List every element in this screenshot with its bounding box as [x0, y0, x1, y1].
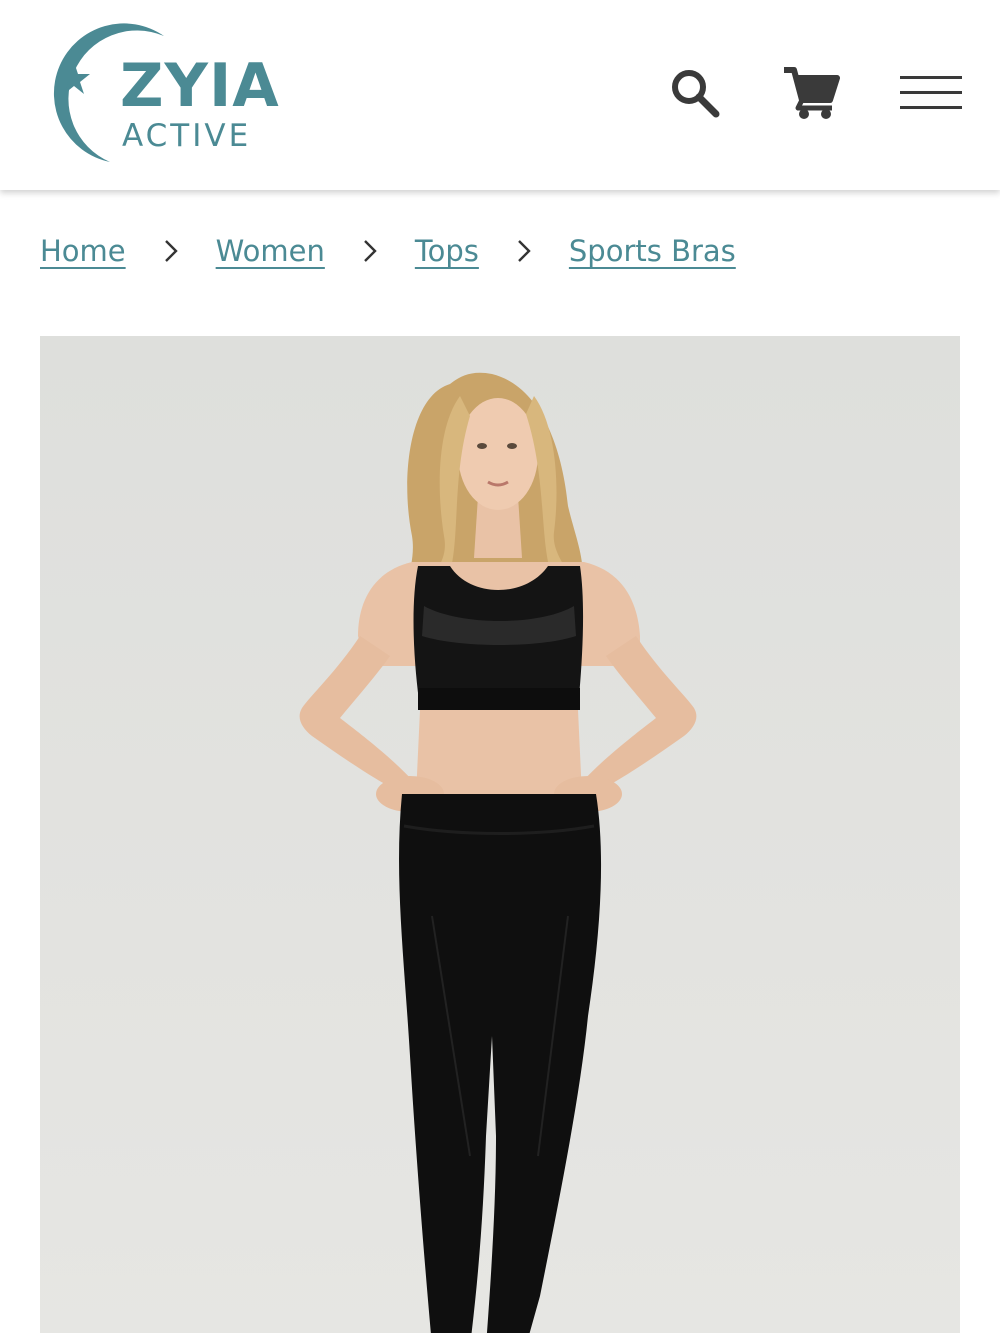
chevron-right-icon — [126, 239, 216, 263]
logo-wordmark: ZYIA — [120, 51, 280, 121]
breadcrumb-women-link[interactable]: Women — [216, 234, 325, 268]
chevron-right-icon — [325, 239, 415, 263]
product-page: ZYIA ACTIVE Home Women Tops Sports Bras — [0, 0, 1000, 1333]
product-photo[interactable] — [40, 336, 960, 1333]
chevron-right-icon — [479, 239, 569, 263]
site-header: ZYIA ACTIVE — [0, 0, 1000, 190]
search-button[interactable] — [664, 62, 726, 124]
breadcrumb: Home Women Tops Sports Bras — [40, 226, 736, 276]
cart-button[interactable] — [780, 62, 842, 124]
breadcrumb-home-link[interactable]: Home — [40, 234, 126, 268]
model-illustration — [299, 372, 697, 1333]
hamburger-menu-icon — [900, 76, 962, 109]
search-icon — [672, 70, 720, 118]
breadcrumb-tops-link[interactable]: Tops — [415, 234, 479, 268]
logo-subtitle: ACTIVE — [122, 118, 252, 154]
menu-button[interactable] — [898, 62, 964, 124]
breadcrumb-sports-bras-link[interactable]: Sports Bras — [569, 234, 736, 268]
cart-icon — [784, 67, 840, 119]
brand-logo[interactable]: ZYIA ACTIVE — [40, 22, 280, 164]
